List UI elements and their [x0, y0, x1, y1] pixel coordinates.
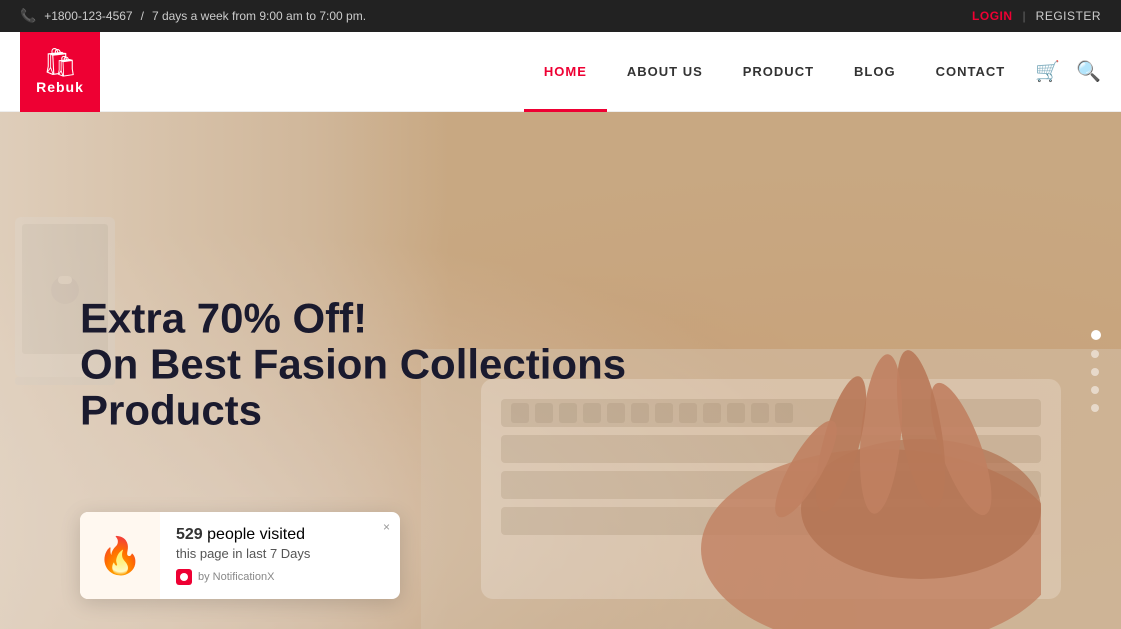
slider-dot-4[interactable] — [1091, 386, 1099, 394]
slider-dot-2[interactable] — [1091, 350, 1099, 358]
nav-item-product[interactable]: PRODUCT — [723, 32, 834, 112]
notification-fire-icon: 🔥 — [80, 512, 160, 599]
nav-item-contact[interactable]: CONTACT — [916, 32, 1026, 112]
notification-brand-label: by NotificationX — [198, 571, 274, 583]
nav-link-contact[interactable]: CONTACT — [916, 32, 1026, 112]
slider-dot-3[interactable] — [1091, 368, 1099, 376]
separator: / — [141, 9, 144, 23]
notification-popup: 🔥 × 529 people visited this page in last… — [80, 512, 400, 599]
notification-count-line: 529 people visited — [176, 526, 384, 544]
cart-icon[interactable]: 🛒 — [1035, 59, 1060, 84]
brand-icon — [176, 569, 192, 585]
nav-links: HOME ABOUT US PRODUCT BLOG CONTACT — [524, 32, 1025, 112]
slider-dot-1[interactable] — [1091, 330, 1101, 340]
hero-headline: Extra 70% Off! On Best Fasion Collection… — [80, 295, 626, 434]
nav-item-blog[interactable]: BLOG — [834, 32, 916, 112]
top-bar-right: LOGIN | REGISTER — [972, 9, 1101, 23]
notification-visited: this page in last 7 Days — [176, 546, 384, 561]
nav-link-home[interactable]: HOME — [524, 32, 607, 112]
top-bar-left: 📞 +1800-123-4567 / 7 days a week from 9:… — [20, 8, 366, 24]
register-link[interactable]: REGISTER — [1036, 9, 1101, 23]
notification-close[interactable]: × — [383, 520, 390, 534]
search-icon[interactable]: 🔍 — [1076, 59, 1101, 84]
login-link[interactable]: LOGIN — [972, 9, 1013, 23]
bag-icon: 🛍 — [42, 49, 78, 77]
hero-hand-visual — [621, 269, 1041, 629]
nav-link-about[interactable]: ABOUT US — [607, 32, 723, 112]
navbar: 🛍 Rebuk HOME ABOUT US PRODUCT BLOG CONTA… — [0, 32, 1121, 112]
phone-icon: 📞 — [20, 8, 36, 24]
nav-item-home[interactable]: HOME — [524, 32, 607, 112]
hero-content: Extra 70% Off! On Best Fasion Collection… — [80, 295, 626, 446]
business-hours: 7 days a week from 9:00 am to 7:00 pm. — [152, 9, 366, 23]
notification-people-text: people visited — [207, 526, 305, 543]
slider-dots — [1091, 330, 1101, 412]
nav-icons: 🛒 🔍 — [1035, 59, 1101, 84]
logo[interactable]: 🛍 Rebuk — [20, 32, 100, 112]
nav-link-blog[interactable]: BLOG — [834, 32, 916, 112]
phone-number: +1800-123-4567 — [44, 9, 132, 23]
hero-section: Extra 70% Off! On Best Fasion Collection… — [0, 112, 1121, 629]
logo-text: Rebuk — [36, 79, 84, 95]
notification-count: 529 — [176, 526, 203, 543]
notification-content: × 529 people visited this page in last 7… — [160, 512, 400, 599]
nav-item-about[interactable]: ABOUT US — [607, 32, 723, 112]
notification-brand: by NotificationX — [176, 569, 384, 585]
top-bar: 📞 +1800-123-4567 / 7 days a week from 9:… — [0, 0, 1121, 32]
slider-dot-5[interactable] — [1091, 404, 1099, 412]
nav-link-product[interactable]: PRODUCT — [723, 32, 834, 112]
divider: | — [1023, 9, 1026, 23]
